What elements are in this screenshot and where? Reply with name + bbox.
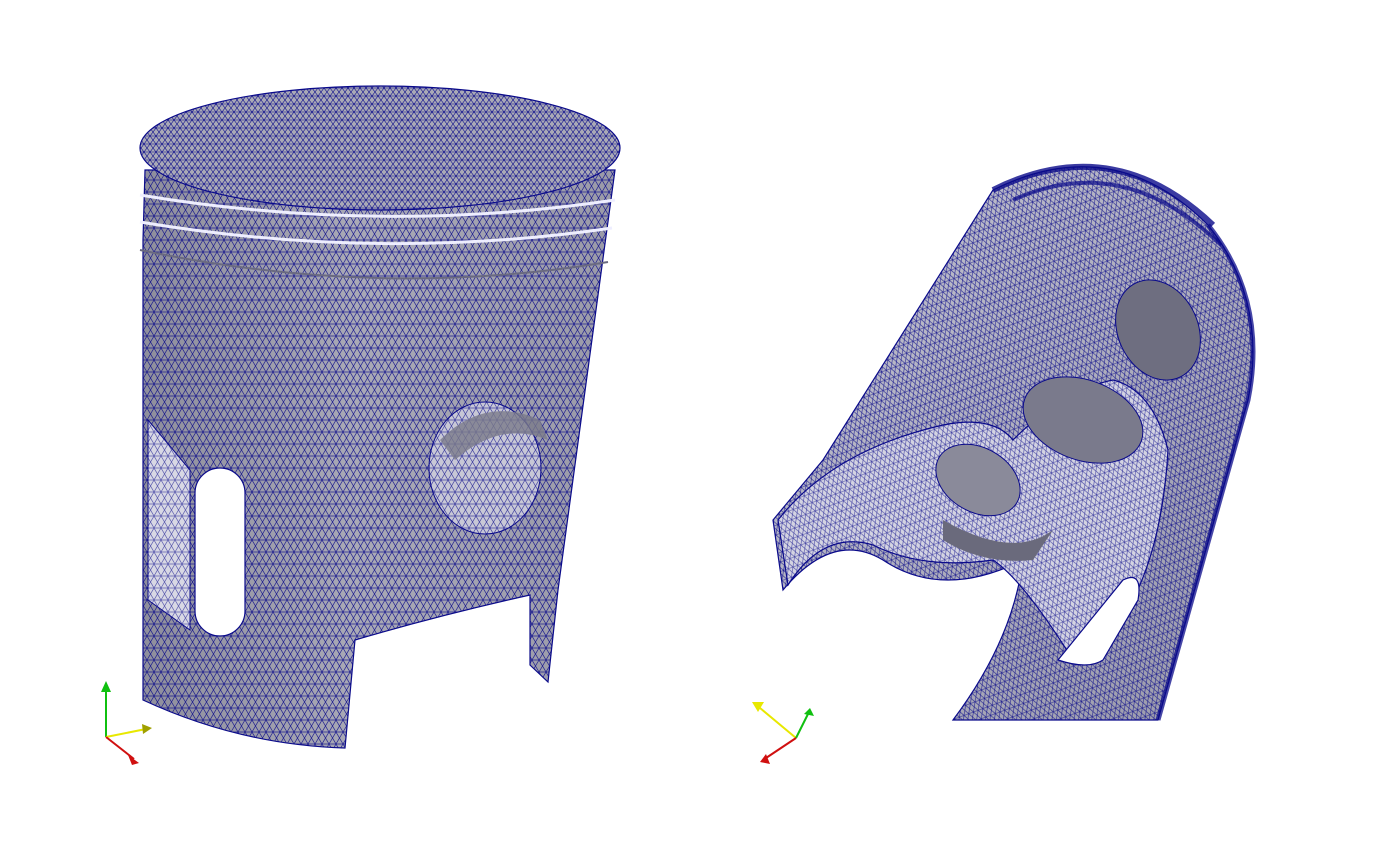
- piston-crown: [139, 85, 621, 211]
- piston-exterior-render: [101, 85, 621, 765]
- orientation-axes-right: [752, 702, 814, 764]
- piston-cutaway-render: [752, 163, 1256, 764]
- viewport-left[interactable]: [0, 0, 693, 845]
- x-axis-arrow-icon: [128, 755, 139, 765]
- y-axis-arrow-icon: [101, 681, 111, 692]
- y-axis-arrow-icon: [804, 708, 814, 716]
- viewport-right[interactable]: [693, 0, 1386, 845]
- piston-skirt: [142, 169, 616, 749]
- z-axis-arrow-icon: [142, 724, 152, 734]
